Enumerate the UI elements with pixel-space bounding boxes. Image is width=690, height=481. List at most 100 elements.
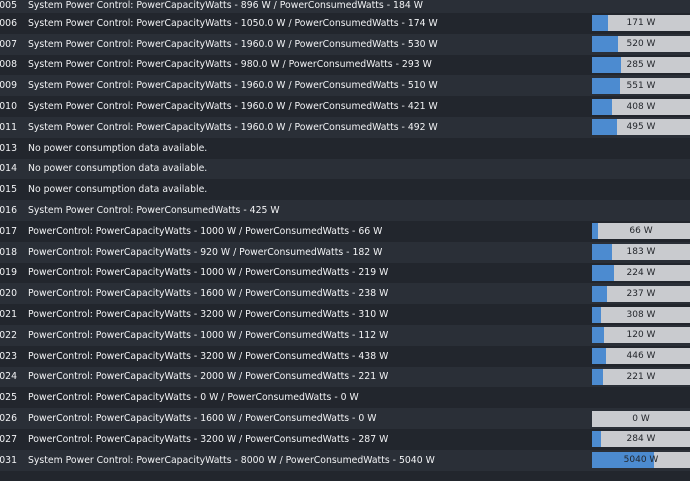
row-message: PowerControl: PowerCapacityWatts - 920 W… [28, 246, 383, 258]
power-usage-bar: 171 W [592, 15, 690, 32]
row-message: PowerControl: PowerCapacityWatts - 1000 … [28, 267, 389, 279]
table-row[interactable]: 025 PowerControl: PowerCapacityWatts - 0 … [0, 387, 690, 409]
power-usage-bar: 0 W [592, 410, 690, 427]
power-usage-bar: 237 W [592, 285, 690, 302]
row-id: 026 [0, 413, 17, 425]
row-id: 025 [0, 392, 17, 404]
table-row[interactable]: 015 No power consumption data available. [0, 179, 690, 201]
row-message: PowerControl: PowerCapacityWatts - 3200 … [28, 309, 389, 321]
row-message: PowerControl: PowerCapacityWatts - 1000 … [28, 225, 383, 237]
table-row[interactable]: 017 PowerControl: PowerCapacityWatts - 10… [0, 220, 690, 242]
power-usage-bar: 495 W [592, 119, 690, 136]
row-message: System Power Control: PowerConsumedWatts… [28, 205, 280, 217]
row-id: 006 [0, 17, 17, 29]
row-id: 017 [0, 225, 17, 237]
table-row[interactable]: 010 System Power Control: PowerCapacityWa… [0, 96, 690, 117]
row-message: No power consumption data available. [28, 142, 208, 154]
row-id: 009 [0, 80, 17, 92]
row-id: 015 [0, 184, 17, 196]
power-usage-bar: 66 W [592, 223, 690, 240]
row-id: 016 [0, 205, 17, 217]
power-usage-value: 0 W [632, 413, 650, 424]
table-row[interactable]: 008 System Power Control: PowerCapacityWa… [0, 54, 690, 76]
row-message: No power consumption data available. [28, 163, 208, 175]
table-row[interactable]: 026 PowerControl: PowerCapacityWatts - 16… [0, 408, 690, 429]
row-message: PowerControl: PowerCapacityWatts - 0 W /… [28, 392, 359, 404]
row-message: System Power Control: PowerCapacityWatts… [28, 80, 438, 92]
row-id: 005 [0, 0, 17, 11]
table-row[interactable]: 022 PowerControl: PowerCapacityWatts - 10… [0, 324, 690, 346]
row-id: 024 [0, 371, 17, 383]
row-message: System Power Control: PowerCapacityWatts… [28, 454, 435, 466]
row-message: PowerControl: PowerCapacityWatts - 3200 … [28, 350, 389, 362]
table-row[interactable]: 005 System Power Control: PowerCapacityWa… [0, 0, 690, 13]
power-usage-bar: 446 W [592, 348, 690, 365]
table-row[interactable]: 031 System Power Control: PowerCapacityWa… [0, 449, 690, 471]
power-usage-value: 308 W [626, 309, 656, 320]
row-message: System Power Control: PowerCapacityWatts… [28, 121, 438, 133]
power-usage-value: 66 W [629, 226, 653, 237]
row-id: 013 [0, 142, 17, 154]
row-id: 019 [0, 267, 17, 279]
table-row[interactable]: 011 System Power Control: PowerCapacityWa… [0, 116, 690, 138]
row-id: 031 [0, 454, 17, 466]
power-usage-value: 237 W [626, 288, 656, 299]
power-usage-value: 183 W [626, 247, 656, 258]
power-usage-bar: 224 W [592, 264, 690, 281]
power-usage-value: 284 W [626, 434, 656, 445]
row-id: 010 [0, 101, 17, 113]
power-usage-bar: 285 W [592, 56, 690, 73]
power-status-table: 005 System Power Control: PowerCapacityWa… [0, 0, 690, 481]
row-id: 008 [0, 59, 17, 71]
row-message: PowerControl: PowerCapacityWatts - 1000 … [28, 329, 389, 341]
power-usage-value: 120 W [626, 330, 656, 341]
power-usage-bar: 551 W [592, 77, 690, 94]
row-id: 022 [0, 329, 17, 341]
table-row[interactable]: 021 PowerControl: PowerCapacityWatts - 32… [0, 304, 690, 325]
table-row[interactable]: 019 PowerControl: PowerCapacityWatts - 10… [0, 262, 690, 284]
power-usage-bar: 408 W [592, 98, 690, 115]
row-message: PowerControl: PowerCapacityWatts - 1600 … [28, 288, 389, 300]
power-usage-bar: 308 W [592, 306, 690, 323]
power-usage-value: 446 W [626, 351, 656, 362]
row-message: No power consumption data available. [28, 184, 208, 196]
row-message: PowerControl: PowerCapacityWatts - 3200 … [28, 433, 389, 445]
power-usage-value: 520 W [626, 39, 656, 50]
row-message: PowerControl: PowerCapacityWatts - 2000 … [28, 371, 389, 383]
table-row[interactable]: 024 PowerControl: PowerCapacityWatts - 20… [0, 366, 690, 388]
row-id: 011 [0, 121, 17, 133]
power-usage-value: 224 W [626, 267, 656, 278]
power-usage-bar: 5040 W [592, 452, 690, 469]
row-message: System Power Control: PowerCapacityWatts… [28, 101, 438, 113]
table-row[interactable]: 014 No power consumption data available. [0, 158, 690, 180]
power-usage-value: 495 W [626, 122, 656, 133]
row-message: System Power Control: PowerCapacityWatts… [28, 38, 438, 50]
power-usage-value: 171 W [626, 18, 656, 29]
row-id: 023 [0, 350, 17, 362]
table-row[interactable]: 027 PowerControl: PowerCapacityWatts - 32… [0, 428, 690, 450]
row-id: 018 [0, 246, 17, 258]
table-row[interactable]: 006 System Power Control: PowerCapacityWa… [0, 13, 690, 34]
power-usage-bar: 183 W [592, 244, 690, 261]
row-message: System Power Control: PowerCapacityWatts… [28, 59, 432, 71]
table-row[interactable]: 007 System Power Control: PowerCapacityWa… [0, 33, 690, 55]
power-usage-bar: 120 W [592, 327, 690, 344]
row-id: 021 [0, 309, 17, 321]
row-id: 007 [0, 38, 17, 50]
row-message: System Power Control: PowerCapacityWatts… [28, 0, 423, 11]
power-usage-value: 5040 W [623, 455, 659, 466]
power-usage-bar: 221 W [592, 368, 690, 385]
table-row[interactable]: 013 No power consumption data available. [0, 137, 690, 159]
row-id: 014 [0, 163, 17, 175]
table-row[interactable]: 020 PowerControl: PowerCapacityWatts - 16… [0, 283, 690, 305]
power-usage-value: 285 W [626, 59, 656, 70]
power-usage-bar: 520 W [592, 36, 690, 53]
table-row[interactable]: 016 System Power Control: PowerConsumedWa… [0, 200, 690, 221]
power-usage-value: 551 W [626, 80, 656, 91]
row-id: 027 [0, 433, 17, 445]
table-row[interactable]: 009 System Power Control: PowerCapacityWa… [0, 75, 690, 97]
table-row[interactable]: 023 PowerControl: PowerCapacityWatts - 32… [0, 345, 690, 367]
power-usage-bar: 284 W [592, 431, 690, 448]
table-row[interactable]: 018 PowerControl: PowerCapacityWatts - 92… [0, 241, 690, 263]
row-id: 020 [0, 288, 17, 300]
